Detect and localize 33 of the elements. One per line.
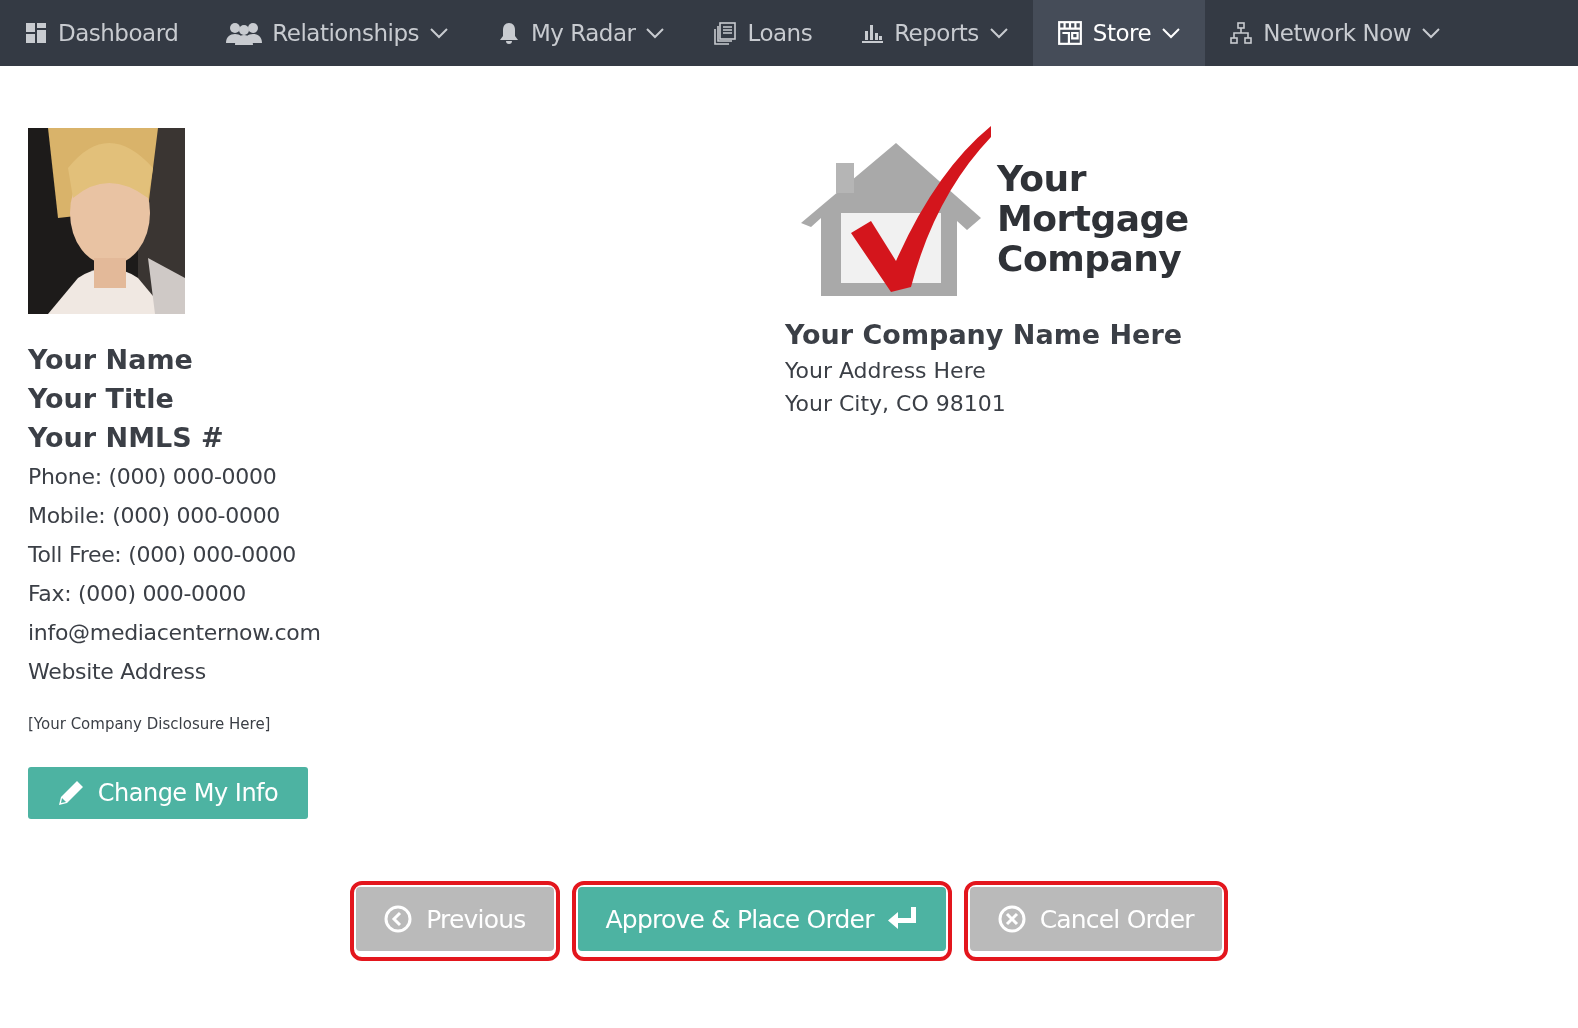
contact-line: Toll Free: (000) 000-0000 — [28, 541, 298, 569]
contact-line: Fax: (000) 000-0000 — [28, 580, 247, 608]
nav-item[interactable]: Network Now — [1205, 0, 1466, 66]
contact-heading: Your NMLS # — [28, 421, 225, 455]
nav-item[interactable]: Dashboard — [0, 0, 203, 66]
people-icon — [226, 21, 263, 45]
nav-item[interactable]: My Radar — [473, 0, 690, 66]
back-circle-icon — [384, 905, 413, 933]
company-name: Your Company Name Here — [785, 318, 1184, 352]
enter-icon — [887, 907, 918, 931]
store-icon — [1056, 20, 1083, 46]
nav-item[interactable]: Reports — [836, 0, 1033, 66]
disclosure-text: [Your Company Disclosure Here] — [28, 715, 272, 733]
bell-icon — [497, 21, 521, 45]
contact-heading: Your Title — [28, 382, 175, 416]
logo-text: Mortgage — [997, 199, 1189, 239]
documents-icon — [713, 21, 738, 45]
nav-item[interactable]: Loans — [689, 0, 837, 66]
contact-line: Website Address — [28, 658, 207, 686]
address-line: Your Address Here — [785, 357, 987, 385]
network-icon — [1229, 21, 1254, 45]
contact-heading: Your Name — [28, 343, 194, 377]
logo-text: Your — [997, 159, 1088, 199]
contact-line: Phone: (000) 000-0000 — [28, 463, 278, 491]
logo-text: Company — [997, 239, 1183, 279]
contact-line: Mobile: (000) 000-0000 — [28, 502, 282, 530]
address-line: Your City, CO 98101 — [785, 390, 1007, 418]
close-circle-icon — [997, 905, 1026, 933]
dashboard-icon — [24, 21, 48, 45]
contact-line: info@mediacenternow.com — [28, 619, 322, 647]
nav-item[interactable]: Relationships — [202, 0, 473, 66]
pencil-icon — [57, 780, 84, 806]
nav-item[interactable]: Store — [1032, 0, 1206, 66]
